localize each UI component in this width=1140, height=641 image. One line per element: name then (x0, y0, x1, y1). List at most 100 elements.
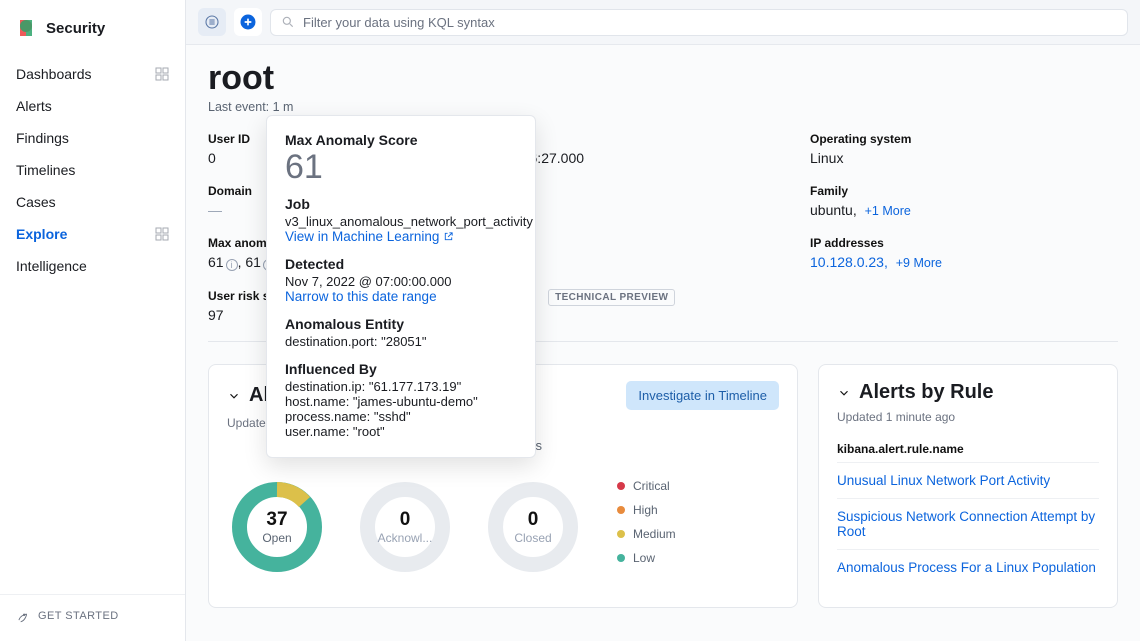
donut-open-label: Open (262, 531, 291, 545)
donut-closed-count: 0 (528, 509, 539, 531)
technical-preview-badge: TECHNICAL PREVIEW (548, 289, 675, 306)
value-ip: 10.128.0.23, +9 More (810, 254, 1118, 270)
page-title: root (208, 59, 1118, 98)
narrow-date-range-link[interactable]: Narrow to this date range (285, 289, 437, 304)
family-more-link[interactable]: +1 More (865, 204, 911, 218)
sidebar-item-label: Cases (16, 194, 56, 210)
sidebar-item-findings[interactable]: Findings (0, 122, 185, 154)
ip-more-link[interactable]: +9 More (896, 256, 942, 270)
rules-group-label: kibana.alert.rule.name (837, 442, 1099, 456)
dot-critical-icon (617, 482, 625, 490)
legend-high[interactable]: High (617, 503, 676, 517)
sidebar-item-explore[interactable]: Explore (0, 218, 185, 250)
save-query-button[interactable] (198, 8, 226, 36)
popover-influenced-item: host.name: "james-ubuntu-demo" (285, 394, 517, 409)
main: Filter your data using KQL syntax root L… (186, 0, 1140, 641)
legend-critical[interactable]: Critical (617, 479, 676, 493)
meta-ip: IP addresses 10.128.0.23, +9 More (810, 236, 1118, 271)
sidebar-footer[interactable]: GET STARTED (0, 594, 185, 641)
sidebar-item-label: Timelines (16, 162, 75, 178)
rule-link[interactable]: Suspicious Network Connection Attempt by… (837, 498, 1099, 549)
content: root Last event: 1 m User ID 0 First see… (186, 45, 1140, 641)
search-placeholder: Filter your data using KQL syntax (303, 15, 495, 30)
meta-os: Operating system Linux (810, 132, 1118, 166)
popover-title: Max Anomaly Score (285, 132, 517, 148)
sidebar-item-label: Dashboards (16, 66, 92, 82)
sidebar-nav: Dashboards Alerts Findings Timelines Cas… (0, 52, 185, 594)
popover-job-label: Job (285, 196, 517, 212)
sidebar-item-label: Intelligence (16, 258, 87, 274)
label-ip: IP addresses (810, 236, 1118, 250)
family-text: ubuntu, (810, 202, 857, 218)
get-started-label: GET STARTED (38, 610, 119, 622)
sidebar-item-label: Findings (16, 130, 69, 146)
sidebar-item-dashboards[interactable]: Dashboards (0, 58, 185, 90)
label-os: Operating system (810, 132, 1118, 146)
donut-ack-count: 0 (400, 509, 411, 531)
label-family: Family (810, 184, 1118, 198)
app-logo-icon (16, 18, 36, 38)
kql-search-input[interactable]: Filter your data using KQL syntax (270, 9, 1128, 36)
alerts-by-rule-panel: Alerts by Rule Updated 1 minute ago kiba… (818, 364, 1118, 608)
investigate-timeline-button[interactable]: Investigate in Timeline (626, 381, 779, 410)
sidebar-item-label: Alerts (16, 98, 52, 114)
popover-entity: destination.port: "28051" (285, 334, 517, 349)
sidebar-item-alerts[interactable]: Alerts (0, 90, 185, 122)
donut-acknowledged[interactable]: 0Acknowl... (355, 477, 455, 577)
rules-panel-header: Alerts by Rule (837, 381, 1099, 404)
legend-label: Critical (633, 479, 670, 493)
chevron-down-icon[interactable] (837, 386, 851, 400)
add-filter-button[interactable] (234, 8, 262, 36)
dot-medium-icon (617, 530, 625, 538)
donuts-row: 37Open 0Acknowl... 0Closed (227, 477, 583, 577)
donut-ack-label: Acknowl... (378, 531, 433, 545)
app-title: Security (46, 20, 105, 37)
donut-open[interactable]: 37Open (227, 477, 327, 577)
sidebar-item-timelines[interactable]: Timelines (0, 154, 185, 186)
dot-low-icon (617, 554, 625, 562)
info-icon[interactable]: i (226, 259, 238, 271)
anomaly-score-popover: Max Anomaly Score 61 Job v3_linux_anomal… (266, 115, 536, 458)
disk-icon (204, 14, 220, 30)
severity-legend: Critical High Medium Low (617, 479, 676, 565)
popover-influenced-item: destination.ip: "61.177.173.19" (285, 379, 517, 394)
popover-influenced-item: user.name: "root" (285, 424, 517, 439)
chevron-down-icon[interactable] (227, 389, 241, 403)
plus-circle-icon (238, 12, 258, 32)
legend-label: High (633, 503, 658, 517)
ip-link[interactable]: 10.128.0.23, (810, 254, 888, 270)
sidebar-item-cases[interactable]: Cases (0, 186, 185, 218)
grid-icon (155, 227, 169, 241)
popover-detected-label: Detected (285, 256, 517, 272)
sidebar: Security Dashboards Alerts Findings Time… (0, 0, 186, 641)
view-in-ml-link[interactable]: View in Machine Learning (285, 229, 454, 244)
popover-detected: Nov 7, 2022 @ 07:00:00.000 (285, 274, 517, 289)
popover-job: v3_linux_anomalous_network_port_activity (285, 214, 517, 229)
sidebar-item-label: Explore (16, 226, 67, 242)
topbar: Filter your data using KQL syntax (186, 0, 1140, 45)
value-os: Linux (810, 150, 1118, 166)
rocket-icon (16, 609, 30, 623)
popover-influenced-label: Influenced By (285, 361, 517, 377)
popover-score: 61 (285, 150, 517, 184)
search-icon (281, 15, 295, 29)
external-link-icon (443, 231, 454, 242)
popover-influenced-item: process.name: "sshd" (285, 409, 517, 424)
donut-open-count: 37 (266, 509, 287, 531)
popover-entity-label: Anomalous Entity (285, 316, 517, 332)
rule-link[interactable]: Anomalous Process For a Linux Population (837, 549, 1099, 585)
dot-high-icon (617, 506, 625, 514)
legend-label: Medium (633, 527, 676, 541)
legend-medium[interactable]: Medium (617, 527, 676, 541)
rules-panel-title: Alerts by Rule (859, 381, 993, 404)
meta-family: Family ubuntu, +1 More (810, 184, 1118, 218)
sidebar-item-intelligence[interactable]: Intelligence (0, 250, 185, 282)
legend-low[interactable]: Low (617, 551, 676, 565)
page-subtitle: Last event: 1 m (208, 100, 1118, 114)
donut-closed-label: Closed (514, 531, 551, 545)
rule-link[interactable]: Unusual Linux Network Port Activity (837, 462, 1099, 498)
view-in-ml-text: View in Machine Learning (285, 229, 439, 244)
donut-closed[interactable]: 0Closed (483, 477, 583, 577)
sidebar-header: Security (0, 0, 185, 52)
grid-icon (155, 67, 169, 81)
